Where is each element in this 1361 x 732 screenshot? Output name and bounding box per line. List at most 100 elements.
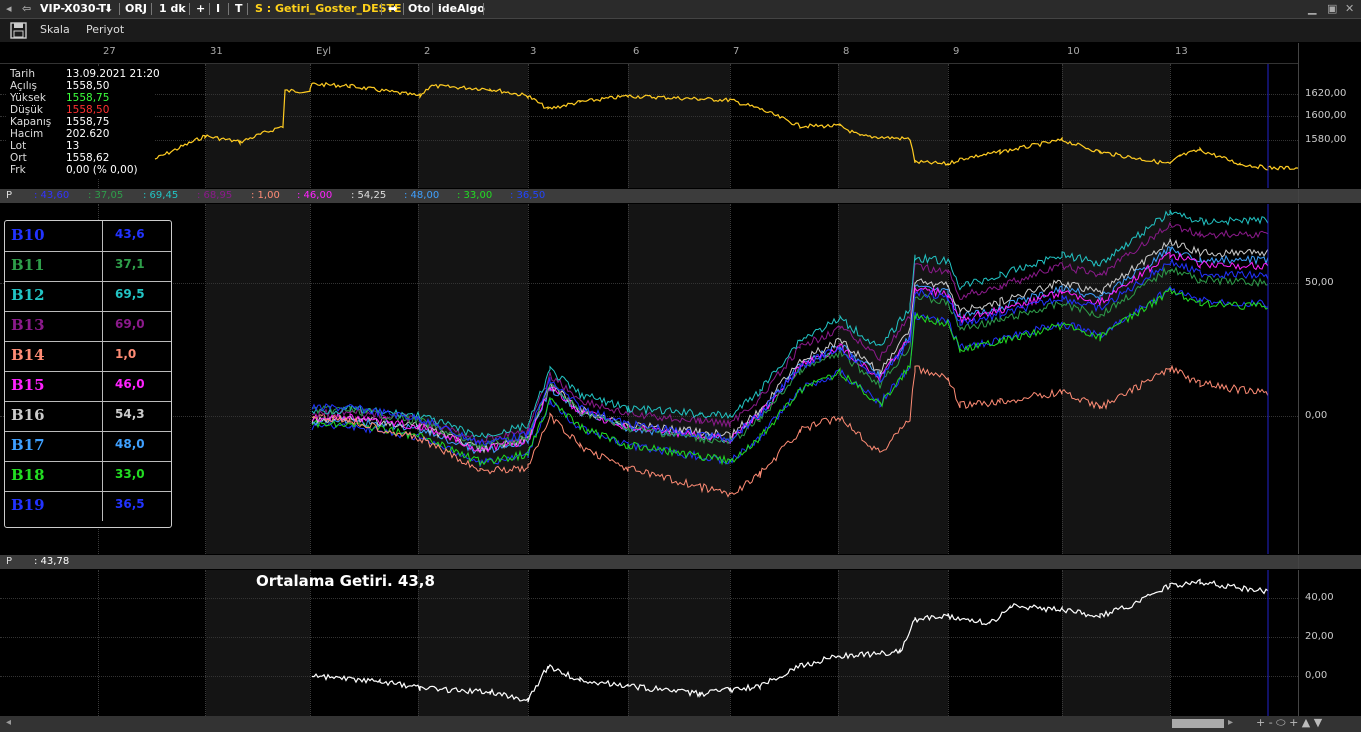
zoom-controls-icon[interactable]: + - ⬭ + ▲ ▼ bbox=[1256, 716, 1322, 730]
info-value: 1558,75 bbox=[66, 116, 110, 128]
pbar-value: : 36,50 bbox=[510, 190, 546, 201]
average-title: Ortalama Getiri. 43,8 bbox=[256, 572, 435, 590]
legend-value: 54,3 bbox=[115, 407, 145, 421]
date-label: 7 bbox=[733, 46, 740, 57]
axis-spacer bbox=[1298, 189, 1361, 203]
template-button[interactable]: T bbox=[235, 2, 243, 16]
interval-button[interactable]: 1 dk bbox=[159, 2, 186, 16]
date-label: 2 bbox=[424, 46, 431, 57]
average-tick: 0,00 bbox=[1305, 670, 1328, 681]
legend-row: B15 46,0 bbox=[5, 371, 171, 402]
periyot-menu[interactable]: Periyot bbox=[86, 23, 124, 36]
legend-row: B19 36,5 bbox=[5, 491, 171, 521]
legend-name: B11 bbox=[11, 256, 45, 274]
price-tick: 1620,00 bbox=[1305, 88, 1347, 99]
skala-menu[interactable]: Skala bbox=[40, 23, 70, 36]
legend-row: B18 33,0 bbox=[5, 461, 171, 492]
returns-tick: 50,00 bbox=[1305, 277, 1334, 288]
ohlc-info-box: Tarih 13.09.2021 21:20 Açılış 1558,50 Yüks… bbox=[6, 66, 160, 178]
download-icon[interactable]: ⬇ bbox=[104, 2, 113, 16]
returns-tick: 0,00 bbox=[1305, 410, 1328, 421]
legend-value: 46,0 bbox=[115, 377, 145, 391]
scroll-left-icon[interactable]: ◂ bbox=[6, 717, 11, 728]
returns-axis: 50,00 0,00 bbox=[1298, 204, 1361, 554]
price-tick: 1600,00 bbox=[1305, 110, 1347, 121]
system-selector[interactable]: S : Getiri_Goster_DESTE bbox=[255, 2, 402, 16]
info-key: Tarih bbox=[10, 68, 35, 80]
legend-value: 69,0 bbox=[115, 317, 145, 331]
back-icon[interactable]: ◂ bbox=[6, 2, 12, 16]
orj-button[interactable]: ORJ bbox=[125, 2, 147, 16]
price-axis: 1620,00 1600,00 1580,00 bbox=[1298, 64, 1361, 188]
price-panel bbox=[0, 64, 1298, 188]
forward-arrow-icon[interactable]: ➡ bbox=[388, 2, 397, 16]
legend-row: B11 37,1 bbox=[5, 251, 171, 282]
date-label: 3 bbox=[530, 46, 537, 57]
legend-name: B12 bbox=[11, 286, 45, 304]
pbar-value: : 46,00 bbox=[297, 190, 333, 201]
idealgo-button[interactable]: ideAlgo bbox=[438, 2, 485, 16]
pbar-value: : 69,45 bbox=[143, 190, 179, 201]
legend-row: B12 69,5 bbox=[5, 281, 171, 312]
axis-corner bbox=[1298, 43, 1361, 64]
info-value: 1558,75 bbox=[66, 92, 110, 104]
returns-series-line bbox=[311, 238, 1269, 454]
legend-value: 48,0 bbox=[115, 437, 145, 451]
info-key: Lot bbox=[10, 140, 27, 152]
maximize-icon[interactable]: ▣ bbox=[1327, 2, 1337, 16]
legend-value: 37,1 bbox=[115, 257, 145, 271]
info-key: Yüksek bbox=[10, 92, 46, 104]
legend-name: B10 bbox=[11, 226, 45, 244]
legend-row: B14 1,0 bbox=[5, 341, 171, 372]
axis-spacer bbox=[1298, 555, 1361, 569]
symbol-selector[interactable]: VIP-X030-T bbox=[40, 2, 106, 16]
info-value: 202.620 bbox=[66, 128, 110, 140]
returns-series-line bbox=[311, 266, 1269, 450]
date-label: 10 bbox=[1067, 46, 1080, 57]
average-values-bar: P : 43,78 bbox=[0, 555, 1298, 569]
minimize-icon[interactable]: ▁ bbox=[1308, 2, 1316, 16]
add-button[interactable]: + bbox=[196, 2, 205, 16]
pbar-value: : 43,78 bbox=[34, 556, 70, 567]
horizontal-scrollbar[interactable]: ◂ ▸ + - ⬭ + ▲ ▼ bbox=[0, 716, 1361, 732]
scroll-thumb[interactable] bbox=[1172, 719, 1224, 728]
pbar-label: P bbox=[6, 556, 13, 567]
pbar-value: : 54,25 bbox=[351, 190, 387, 201]
average-axis: 40,00 20,00 0,00 bbox=[1298, 570, 1361, 716]
average-panel: Ortalama Getiri. 43,8 bbox=[0, 570, 1298, 716]
info-value: 1558,62 bbox=[66, 152, 110, 164]
info-key: Açılış bbox=[10, 80, 37, 92]
date-label: 8 bbox=[843, 46, 850, 57]
indicator-button[interactable]: I bbox=[216, 2, 220, 16]
legend-value: 36,5 bbox=[115, 497, 145, 511]
legend-row: B10 43,6 bbox=[5, 221, 171, 252]
info-value: 1558,50 bbox=[66, 104, 110, 116]
pbar-value: : 1,00 bbox=[251, 190, 280, 201]
legend-value: 69,5 bbox=[115, 287, 145, 301]
date-label: 31 bbox=[210, 46, 223, 57]
date-axis: 27 31 Eyl 2 3 6 7 8 9 10 13 bbox=[0, 43, 1298, 64]
scroll-right-icon[interactable]: ▸ bbox=[1228, 717, 1233, 728]
indicator-values-bar: P : 43,60 : 37,05 : 69,45 : 68,95 : 1,00… bbox=[0, 189, 1298, 203]
left-arrow-icon[interactable]: ⇦ bbox=[22, 2, 31, 16]
average-tick: 40,00 bbox=[1305, 592, 1334, 603]
price-series-line bbox=[154, 81, 1298, 171]
info-key: Düşük bbox=[10, 104, 43, 116]
price-line-chart bbox=[154, 64, 1298, 188]
info-key: Frk bbox=[10, 164, 26, 176]
oto-button[interactable]: Oto bbox=[408, 2, 430, 16]
date-label: 6 bbox=[633, 46, 640, 57]
info-key: Ort bbox=[10, 152, 27, 164]
legend-value: 43,6 bbox=[115, 227, 145, 241]
legend-name: B15 bbox=[11, 376, 45, 394]
legend-row: B17 48,0 bbox=[5, 431, 171, 462]
info-key: Hacim bbox=[10, 128, 44, 140]
pbar-value: : 68,95 bbox=[197, 190, 233, 201]
date-label: 9 bbox=[953, 46, 960, 57]
close-icon[interactable]: ✕ bbox=[1345, 2, 1354, 16]
legend-name: B19 bbox=[11, 496, 45, 514]
legend-row: B16 54,3 bbox=[5, 401, 171, 432]
returns-line-chart bbox=[311, 204, 1269, 554]
title-toolbar: ◂ ⇦ VIP-X030-T ⬇ ORJ 1 dk + I T S : Geti… bbox=[0, 0, 1361, 19]
save-icon[interactable] bbox=[10, 22, 27, 39]
